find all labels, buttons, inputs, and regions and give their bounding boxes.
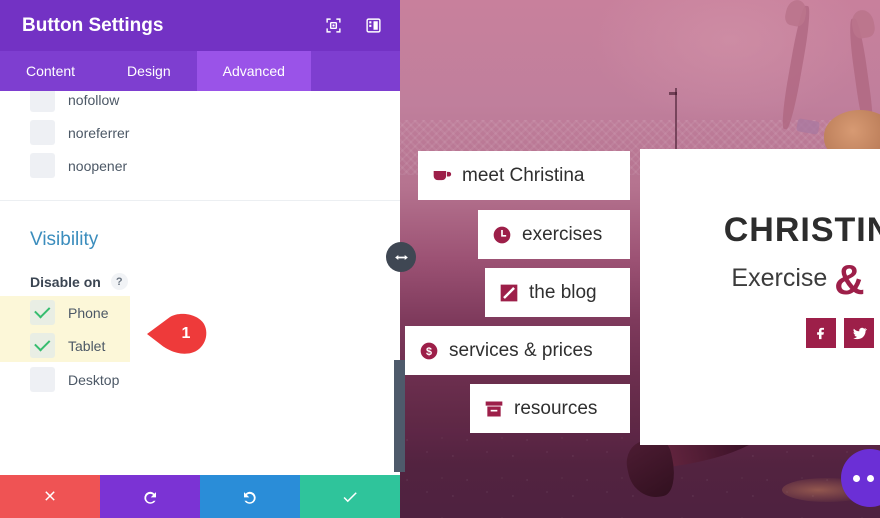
checkbox-nofollow[interactable] <box>30 91 55 112</box>
screen: CHRISTIN Exercise & meet Christina exerc… <box>0 0 880 518</box>
disable-on-field-header: Disable on ? <box>0 251 400 296</box>
redo-icon <box>244 491 256 504</box>
website-preview: CHRISTIN Exercise & meet Christina exerc… <box>400 0 880 518</box>
tab-design[interactable]: Design <box>101 51 197 91</box>
clock-icon <box>492 225 512 245</box>
svg-text:$: $ <box>426 346 432 358</box>
step-marker-1: 1 <box>146 311 210 357</box>
visibility-section: Visibility Disable on ? Phone Tablet Des… <box>0 201 400 396</box>
option-label: noreferrer <box>68 124 130 141</box>
social-links <box>806 318 874 348</box>
marker-label: 1 <box>181 325 191 342</box>
undo-icon <box>144 491 156 504</box>
panel-scrollbar-thumb[interactable] <box>394 360 405 472</box>
option-row-nofollow[interactable]: nofollow <box>0 91 400 116</box>
highlighted-options-band: Phone Tablet <box>0 296 130 362</box>
pole <box>669 88 677 150</box>
brand-title: CHRISTIN <box>723 211 880 249</box>
close-button[interactable] <box>0 475 100 518</box>
nav-item-label: the blog <box>529 281 597 303</box>
pencil-icon <box>499 283 519 303</box>
settings-tabs: Content Design Advanced <box>0 51 400 91</box>
option-label: Desktop <box>68 371 120 388</box>
dollar-circle-icon: $ <box>419 341 439 361</box>
help-icon[interactable]: ? <box>110 273 128 290</box>
option-row-noreferrer[interactable]: noreferrer <box>0 116 400 149</box>
nav-item-label: exercises <box>522 223 603 245</box>
field-label-disable-on: Disable on <box>30 273 101 290</box>
focus-icon[interactable] <box>320 13 346 39</box>
option-row-noopener[interactable]: noopener <box>0 149 400 182</box>
nav-item-label: services & prices <box>449 339 593 361</box>
option-label: Phone <box>68 304 109 321</box>
option-row-desktop[interactable]: Desktop <box>0 363 400 396</box>
x-icon <box>45 490 55 501</box>
checkbox-phone[interactable] <box>30 300 55 325</box>
option-label: noopener <box>68 157 128 174</box>
facebook-link[interactable] <box>806 318 836 348</box>
redo-button[interactable] <box>200 475 300 518</box>
nav-item-services-prices[interactable]: $ services & prices <box>405 326 630 375</box>
nav-item-meet-christina[interactable]: meet Christina <box>418 151 630 200</box>
ellipsis-dot <box>852 474 860 482</box>
ellipsis-dot <box>866 474 874 482</box>
coffee-cup-icon <box>432 166 452 186</box>
panel-body: nofollow noreferrer noopener Visibility … <box>0 91 400 475</box>
facebook-icon <box>816 327 824 339</box>
option-label: nofollow <box>68 91 120 108</box>
tab-content[interactable]: Content <box>0 51 101 91</box>
section-title-visibility: Visibility <box>30 229 99 250</box>
option-row-phone[interactable]: Phone <box>0 296 130 329</box>
tab-advanced[interactable]: Advanced <box>196 51 311 91</box>
brand-subtitle-text: Exercise <box>731 264 835 292</box>
panel-layout-icon[interactable] <box>360 13 386 39</box>
undo-button[interactable] <box>100 475 200 518</box>
checkbox-desktop[interactable] <box>30 367 55 392</box>
brand-card: CHRISTIN Exercise & <box>640 149 880 445</box>
archive-box-icon <box>484 399 504 419</box>
save-button[interactable] <box>300 475 400 518</box>
button-settings-panel: Button Settings Content Design Advanced … <box>0 0 400 518</box>
panel-footer-actions <box>0 475 400 518</box>
option-label: Tablet <box>68 337 106 354</box>
rel-options-group: nofollow noreferrer noopener <box>0 91 400 182</box>
panel-header: Button Settings <box>0 0 400 51</box>
nav-item-resources[interactable]: resources <box>470 384 630 433</box>
check-icon <box>343 491 357 502</box>
option-row-tablet[interactable]: Tablet <box>0 329 130 362</box>
panel-resize-handle[interactable] <box>386 242 416 272</box>
arrows-horizontal-icon <box>394 254 408 260</box>
nav-item-label: meet Christina <box>462 164 585 186</box>
brand-ampersand: & <box>834 256 865 303</box>
twitter-icon <box>852 327 867 339</box>
checkbox-tablet[interactable] <box>30 333 55 358</box>
checkbox-noopener[interactable] <box>30 153 55 178</box>
nav-item-exercises[interactable]: exercises <box>478 210 630 259</box>
checkbox-noreferrer[interactable] <box>30 120 55 145</box>
brand-subtitle: Exercise & <box>731 256 864 304</box>
page-title: Button Settings <box>22 14 164 36</box>
nav-item-the-blog[interactable]: the blog <box>485 268 630 317</box>
twitter-link[interactable] <box>844 318 874 348</box>
nav-item-label: resources <box>514 397 598 419</box>
